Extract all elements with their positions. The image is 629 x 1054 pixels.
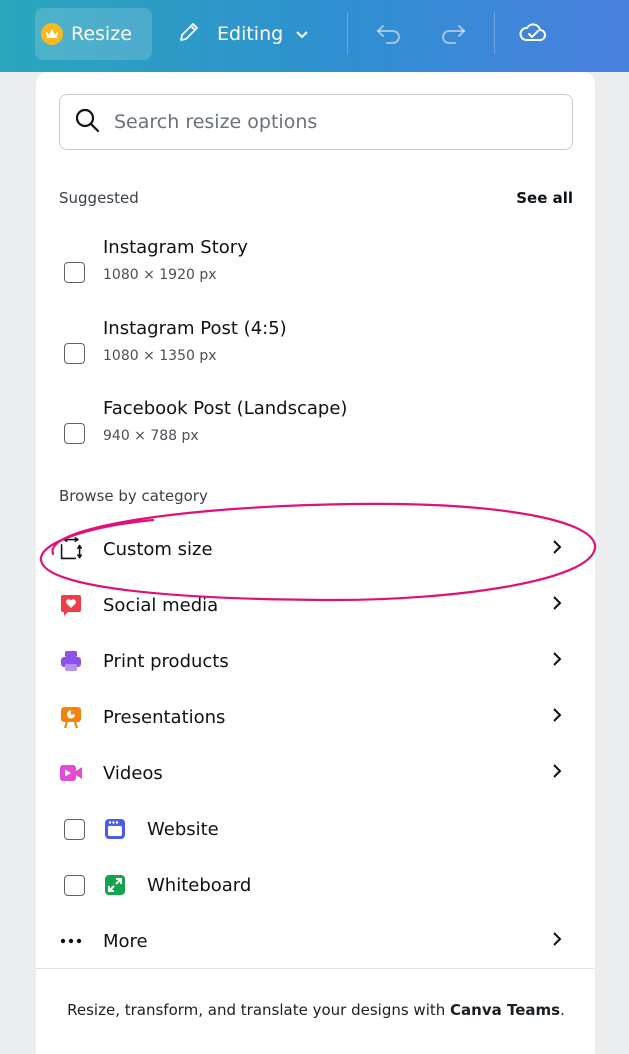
category-website[interactable]: Website [59,807,573,851]
chevron-right-icon [551,649,563,673]
suggested-item-name: Facebook Post (Landscape) [103,398,348,419]
see-all-link[interactable]: See all [516,189,573,207]
category-label: Social media [103,594,219,616]
cloud-saved-icon[interactable] [518,18,548,52]
suggested-item-instagram-post[interactable]: Instagram Post (4:5) 1080 × 1350 px [59,314,573,384]
category-social-media[interactable]: Social media [59,583,573,627]
category-whiteboard[interactable]: Whiteboard [59,863,573,907]
chevron-right-icon [551,761,563,785]
category-label: Videos [103,762,163,784]
suggested-item-instagram-story[interactable]: Instagram Story 1080 × 1920 px [59,233,573,303]
chevron-right-icon [551,929,563,953]
promo-text: Resize, transform, and translate your de… [67,1001,451,1019]
resize-panel: Suggested See all Instagram Story 1080 ×… [36,72,595,1054]
whiteboard-icon [103,873,127,897]
checkbox[interactable] [64,343,85,364]
category-label: Custom size [103,538,213,560]
checkbox[interactable] [64,874,85,896]
category-custom-size[interactable]: Custom size [59,527,573,571]
printer-icon [59,649,83,673]
editing-label: Editing [217,23,284,45]
presentation-icon [59,705,83,729]
editing-mode-button[interactable]: Editing [177,8,309,60]
undo-icon[interactable] [374,18,404,52]
category-more[interactable]: More [59,919,573,963]
footer-divider [36,968,595,969]
more-dots-icon [59,929,83,953]
top-toolbar: Resize Editing [0,0,629,72]
suggested-item-facebook-post[interactable]: Facebook Post (Landscape) 940 × 788 px [59,394,573,464]
suggested-item-dims: 1080 × 1920 px [103,267,217,283]
chevron-right-icon [551,705,563,729]
chevron-right-icon [551,593,563,617]
category-label: Print products [103,650,229,672]
category-label: More [103,930,148,952]
suggested-item-name: Instagram Post (4:5) [103,318,287,339]
suggested-item-dims: 940 × 788 px [103,428,199,444]
resize-button[interactable]: Resize [35,8,152,60]
canva-teams-link[interactable]: Canva Teams [450,1001,560,1019]
promo-text-end: . [560,1001,565,1019]
website-icon [103,817,127,841]
heart-icon [59,593,83,617]
checkbox[interactable] [64,262,85,283]
category-print-products[interactable]: Print products [59,639,573,683]
category-label: Whiteboard [147,874,252,896]
category-label: Presentations [103,706,226,728]
suggested-heading: Suggested [59,189,139,207]
checkbox[interactable] [64,818,85,840]
crown-icon [41,23,63,45]
pencil-icon [177,20,201,49]
toolbar-divider [494,12,495,54]
custom-size-icon [59,537,83,561]
category-label: Website [147,818,219,840]
chevron-right-icon [551,537,563,561]
search-icon [74,107,100,137]
suggested-item-dims: 1080 × 1350 px [103,348,217,364]
video-icon [59,761,83,785]
checkbox[interactable] [64,423,85,444]
redo-icon[interactable] [438,18,468,52]
teams-promo: Resize, transform, and translate your de… [66,996,566,1024]
category-videos[interactable]: Videos [59,751,573,795]
category-presentations[interactable]: Presentations [59,695,573,739]
resize-label: Resize [71,23,132,45]
browse-heading: Browse by category [59,487,208,505]
search-box[interactable] [59,94,573,150]
toolbar-divider [347,12,348,54]
search-input[interactable] [114,111,534,133]
suggested-item-name: Instagram Story [103,237,248,258]
chevron-down-icon [295,23,309,45]
